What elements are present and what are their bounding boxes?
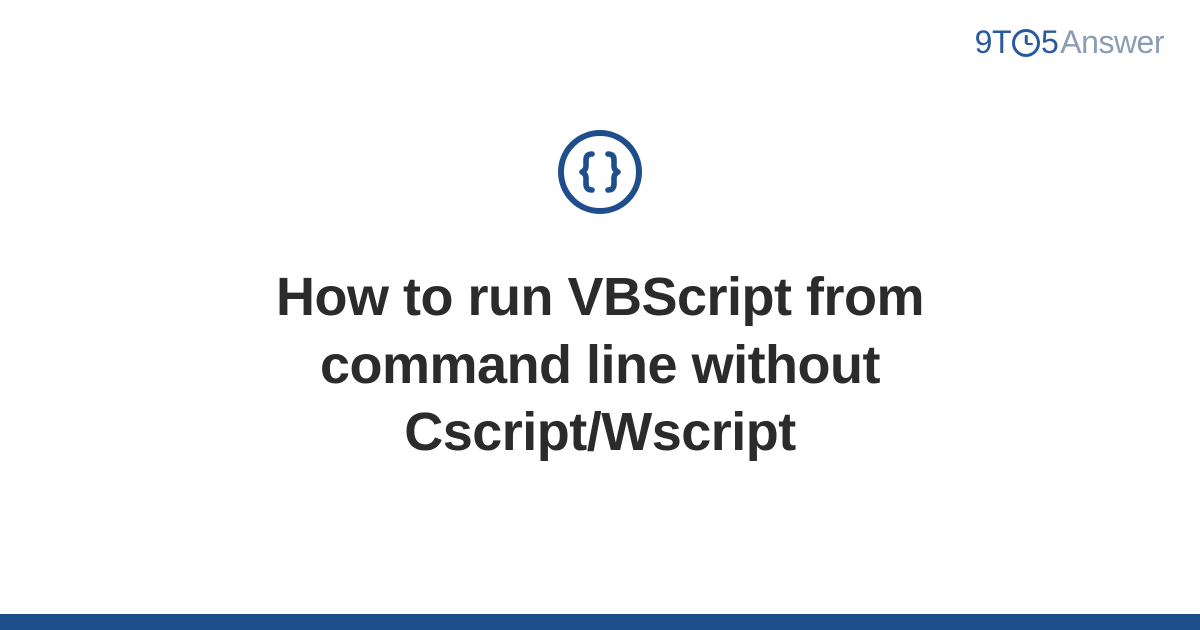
logo-text-answer: Answer	[1060, 24, 1164, 61]
logo-text-9t: 9T	[975, 24, 1011, 61]
logo-text-5: 5	[1041, 24, 1058, 61]
code-braces-icon	[558, 130, 642, 214]
main-content: How to run VBScript from command line wi…	[0, 130, 1200, 467]
site-logo: 9T 5 Answer	[975, 24, 1164, 61]
footer-accent-bar	[0, 614, 1200, 630]
clock-icon	[1012, 29, 1040, 57]
page-title: How to run VBScript from command line wi…	[150, 264, 1050, 467]
